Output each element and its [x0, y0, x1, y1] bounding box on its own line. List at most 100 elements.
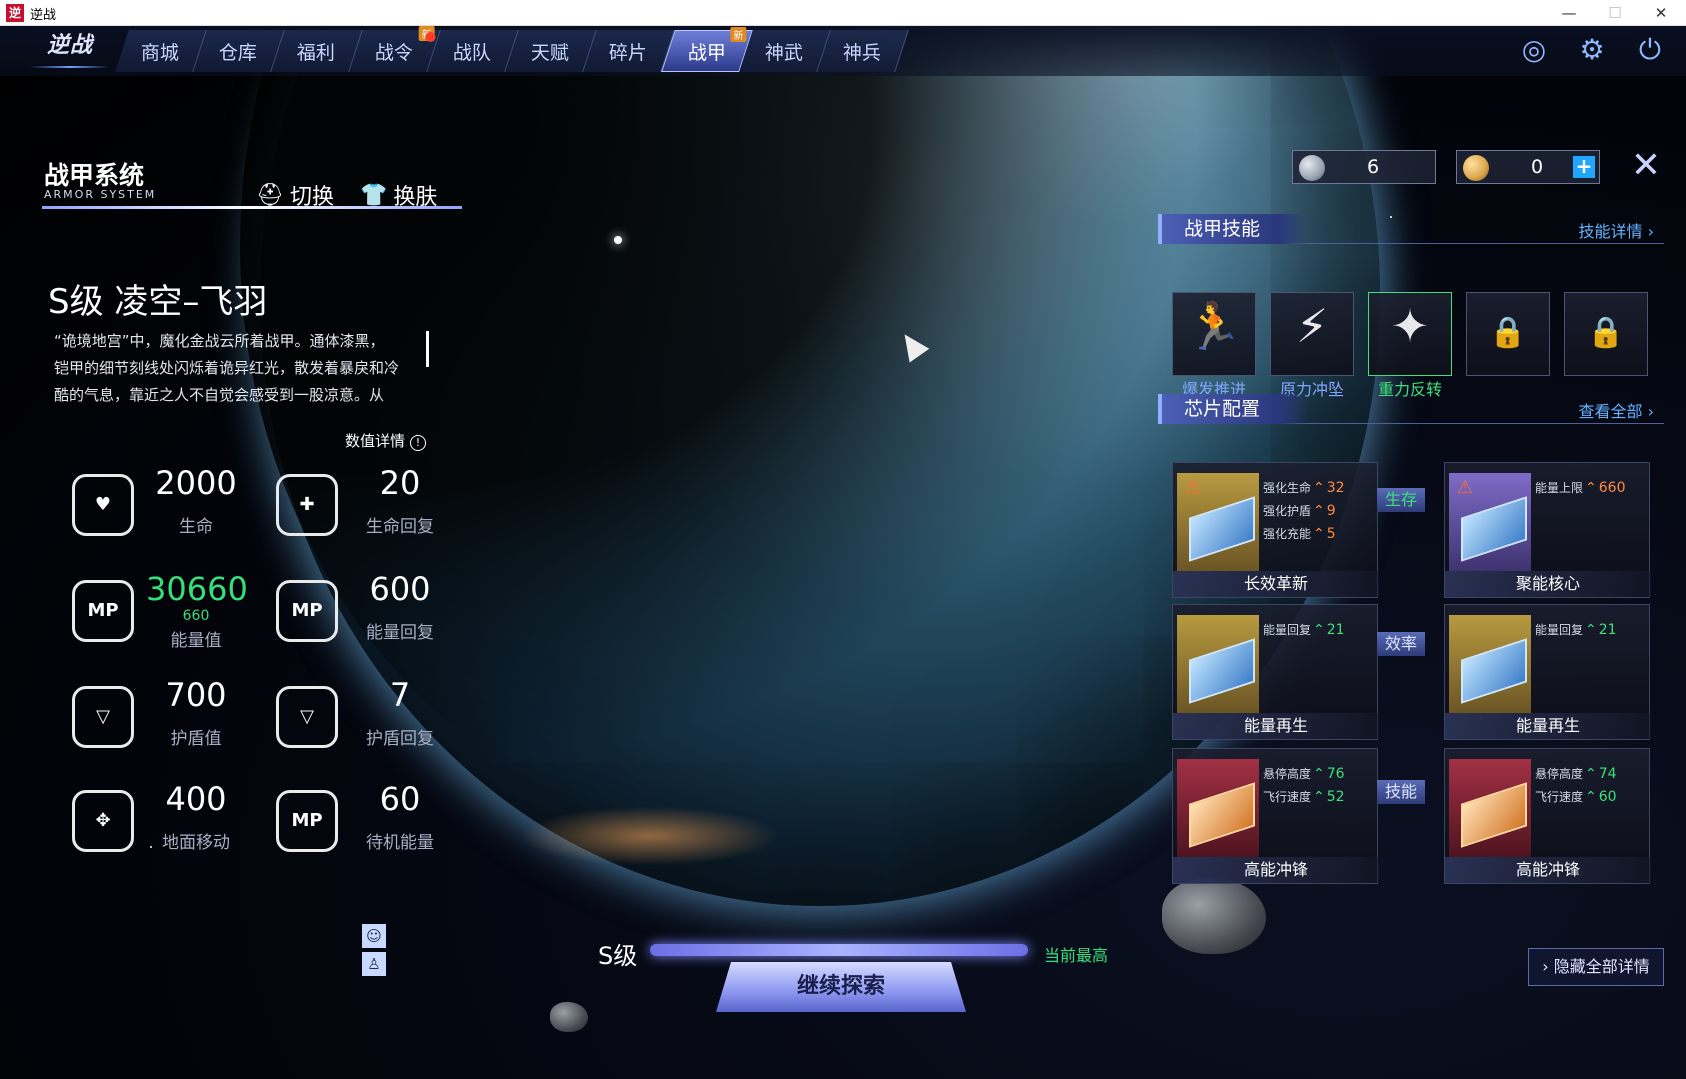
chip-stat: 强化护盾 ⌃ 9: [1263, 502, 1336, 519]
skill-details-link[interactable]: 技能详情 ›: [1579, 218, 1655, 242]
skill-slot[interactable]: ⚡: [1270, 292, 1354, 376]
stat-label: 能量回复: [366, 623, 434, 643]
chip-stat-label: 飞行速度: [1535, 790, 1584, 804]
chip-stat: 悬停高度 ⌃ 76: [1263, 765, 1345, 782]
description-scrollbar[interactable]: [426, 331, 429, 367]
gravity-flip-icon: ✦: [1390, 299, 1430, 353]
desc-line: 酷的气息，靠近之人不自觉会感受到一股凉意。从: [54, 386, 385, 404]
asteroid: [550, 1002, 588, 1032]
skills-section-title: 战甲技能: [1158, 214, 1308, 244]
nav-tab-label: 福利: [297, 41, 336, 64]
chip-card[interactable]: ⚠ 强化生命 ⌃ 32 强化护盾 ⌃ 9 强化充能 ⌃ 5 长效革新: [1172, 462, 1379, 598]
nav-tab[interactable]: 商城: [115, 30, 207, 72]
chip-stat-label: 悬停高度: [1535, 767, 1584, 781]
maximize-button[interactable]: ☐: [1592, 0, 1638, 26]
nav-tab[interactable]: 战队: [427, 30, 519, 72]
chip-card[interactable]: ⚠ 能量上限 ⌃ 660 聚能核心: [1444, 462, 1651, 598]
window-titlebar: 逆 逆战 — ☐ ✕: [0, 0, 1686, 26]
stat-label: 地面移动: [162, 833, 230, 853]
increase-arrow-icon: ⌃: [1585, 622, 1597, 638]
armor-system-title: 战甲系统: [44, 161, 145, 190]
chip-link-efficiency: 效率: [1377, 632, 1425, 656]
chip-card[interactable]: 悬停高度 ⌃ 76 飞行速度 ⌃ 52 高能冲锋: [1172, 748, 1379, 884]
chip-stat: 能量上限 ⌃ 660: [1535, 479, 1625, 496]
chip-card[interactable]: 能量回复 ⌃ 21 能量再生: [1172, 604, 1379, 740]
window-title: 逆战: [30, 8, 57, 23]
stat-value: 7: [389, 676, 411, 714]
skill-slot[interactable]: 🔒: [1564, 292, 1648, 376]
chip-gem-icon: [1461, 782, 1527, 848]
nav-tab[interactable]: 战甲新: [661, 27, 753, 72]
stat-label: 护盾回复: [366, 729, 434, 749]
grade-progress-bar: [650, 944, 1028, 956]
chip-stat-value: 9: [1326, 503, 1336, 519]
chip-name: 能量再生: [1173, 713, 1379, 739]
view-all-chips-link[interactable]: 查看全部 ›: [1579, 398, 1655, 422]
header-divider: [42, 206, 462, 209]
chip-stat-label: 强化护盾: [1263, 504, 1312, 518]
chip-stat-value: 5: [1326, 526, 1336, 542]
stat-value: 60: [379, 780, 421, 818]
stat-item: ✥ 400 地面移动: [52, 780, 242, 870]
nav-tab[interactable]: 神武: [739, 30, 831, 72]
health-icon: ♥: [72, 474, 134, 536]
chip-image: [1449, 759, 1531, 857]
chip-stat: 能量回复 ⌃ 21: [1535, 621, 1617, 638]
chip-name: 长效革新: [1173, 571, 1379, 597]
increase-arrow-icon: ⌃: [1585, 480, 1597, 496]
grade-note: 当前最高: [1044, 946, 1109, 965]
nav-tab[interactable]: 福利: [271, 30, 363, 72]
chip-stat-value: 32: [1326, 480, 1345, 496]
chip-gem-icon: [1189, 638, 1255, 704]
currency-silver: 6: [1292, 150, 1436, 184]
skill-slot[interactable]: 🏃: [1172, 292, 1256, 376]
stat-details-link[interactable]: 数值详情!: [345, 430, 427, 451]
nav-tab-label: 战队: [453, 41, 492, 64]
chip-name: 聚能核心: [1445, 571, 1651, 597]
nav-tabs: 商城仓库福利战令新战队 天赋碎片战甲新神武神兵: [115, 26, 909, 72]
close-panel-button[interactable]: ✕: [1626, 146, 1666, 186]
chip-card[interactable]: 悬停高度 ⌃ 74 飞行速度 ⌃ 60 高能冲锋: [1444, 748, 1651, 884]
nav-tab[interactable]: 仓库: [193, 30, 285, 72]
window-close-button[interactable]: ✕: [1638, 0, 1684, 26]
nav-tab[interactable]: 天赋: [505, 30, 597, 72]
nav-tab[interactable]: 神兵: [817, 30, 909, 72]
increase-arrow-icon: ⌃: [1313, 480, 1325, 496]
radar-icon[interactable]: ◎: [1516, 32, 1552, 68]
nav-tab-label: 天赋: [531, 41, 570, 64]
increase-arrow-icon: ⌃: [1313, 766, 1325, 782]
power-icon[interactable]: ⏻: [1632, 32, 1668, 68]
warning-icon: ⚠: [1457, 477, 1474, 498]
stat-label: 生命: [179, 517, 213, 537]
face-view-button[interactable]: ☺: [362, 924, 386, 948]
chip-image: [1177, 615, 1259, 713]
minimize-button[interactable]: —: [1546, 0, 1592, 26]
nav-tab[interactable]: 战令新: [349, 26, 441, 72]
chip-stat-value: 76: [1326, 766, 1345, 782]
add-currency-button[interactable]: +: [1573, 156, 1595, 178]
skill-slot[interactable]: ✦: [1368, 292, 1452, 376]
currency-value: 6: [1366, 156, 1380, 178]
currency-gold: 0 +: [1456, 150, 1600, 184]
skill-slot[interactable]: 🔒: [1466, 292, 1550, 376]
gear-icon[interactable]: ⚙: [1574, 32, 1610, 68]
continue-explore-button[interactable]: 继续探索: [716, 962, 966, 1012]
increase-arrow-icon: ⌃: [1313, 622, 1325, 638]
currency-value: 0: [1530, 156, 1544, 178]
nav-tab[interactable]: 碎片: [583, 30, 675, 72]
full-body-view-button[interactable]: ♙: [362, 952, 386, 976]
chip-card[interactable]: 能量回复 ⌃ 21 能量再生: [1444, 604, 1651, 740]
lock-icon: 🔒: [1489, 315, 1527, 350]
chip-stat: 强化充能 ⌃ 5: [1263, 525, 1336, 542]
mech-name: S级 凌空–飞羽: [48, 282, 268, 322]
stat-label: 生命回复: [366, 517, 434, 537]
star: [614, 236, 622, 244]
city-lights-glow: [520, 806, 780, 866]
stat-label: 能量值: [170, 631, 222, 651]
helmet-icon: ⛑: [256, 182, 284, 208]
hide-all-details-button[interactable]: › 隐藏全部详情: [1528, 948, 1664, 986]
stat-item: ▽ 7 护盾回复: [256, 676, 446, 766]
stat-item: ♥ 2000 生命: [52, 464, 242, 554]
chips-section-title: 芯片配置: [1158, 394, 1308, 424]
chip-name: 高能冲锋: [1445, 857, 1651, 883]
